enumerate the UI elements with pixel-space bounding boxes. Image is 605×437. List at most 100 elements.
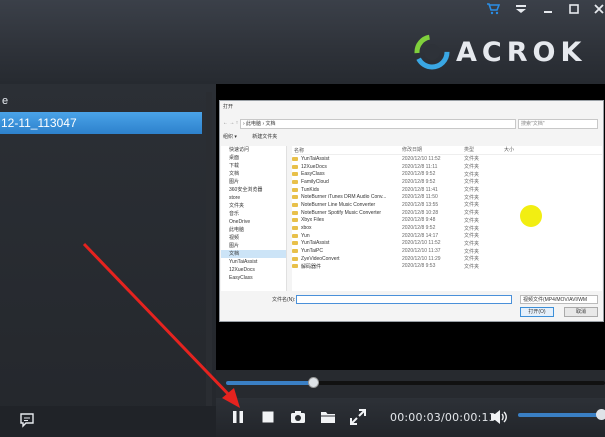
playlist-scrollbar[interactable] bbox=[206, 92, 212, 410]
file-row: TunKids 2020/12/8 11:41 文件夹 bbox=[292, 186, 602, 194]
folder-icon bbox=[292, 264, 298, 269]
folder-icon bbox=[292, 164, 298, 169]
filename-input bbox=[296, 295, 512, 304]
menu-button[interactable] bbox=[510, 1, 532, 17]
folder-icon bbox=[292, 156, 298, 161]
nav-pane-item: OneDrive bbox=[229, 219, 251, 225]
playlist-header: e bbox=[2, 95, 9, 107]
nav-arrows-icon: ← → ↑ bbox=[223, 120, 239, 126]
filetype-select: 视频文件(MP4/MOV/AVI/WM bbox=[520, 295, 598, 304]
file-list-header: 名称 修改日期 类型 大小 bbox=[292, 146, 602, 155]
nav-pane-item: 此电脑 bbox=[229, 227, 245, 233]
stop-button[interactable] bbox=[259, 408, 277, 426]
volume-handle[interactable] bbox=[596, 409, 605, 420]
file-row: ZyeVideoConvert 2020/12/10 11:29 文件夹 bbox=[292, 255, 602, 263]
file-row: FamilyCloud 2020/12/8 9:52 文件夹 bbox=[292, 178, 602, 186]
new-folder-button: 新建文件夹 bbox=[252, 134, 278, 140]
playlist-item-selected[interactable]: 12-11_113047 bbox=[0, 112, 202, 134]
nav-pane-item: 360安全浏览器 bbox=[229, 187, 263, 193]
file-row: NoteBurner Line Music Converter 2020/12/8… bbox=[292, 201, 602, 209]
dialog-nav-pane: 快速访问 桌面 下载 文档 图片 360安全浏览器 store 文件夹 音乐 OneDrive 此电… bbox=[221, 146, 287, 291]
file-row: Xbyx Files 2020/12/8 9:48 文件夹 bbox=[292, 217, 602, 225]
recorded-open-dialog: 打开 ← → ↑ › 此电脑 › 文档 搜索"文档" 组织 ▾ 新建文件夹 快速… bbox=[219, 100, 604, 322]
dialog-bottom: 文件名(N): 视频文件(MP4/MOV/AVI/WM 打开(O) 取消 bbox=[220, 293, 605, 323]
nav-pane-item: YunTaiAssist bbox=[229, 259, 258, 265]
file-row: Yun 2020/12/8 14:17 文件夹 bbox=[292, 232, 602, 240]
time-display: 00:00:03/00:00:13 bbox=[390, 411, 496, 424]
file-row: xbox 2020/12/8 9:52 文件夹 bbox=[292, 224, 602, 232]
feedback-button[interactable] bbox=[18, 411, 36, 429]
folder-icon bbox=[292, 195, 298, 200]
folder-icon bbox=[292, 179, 298, 184]
folder-icon bbox=[321, 412, 335, 423]
file-row: YunTaiAssist 2020/12/10 11:52 文件夹 bbox=[292, 155, 602, 163]
cursor-highlight bbox=[520, 205, 542, 227]
nav-pane-item: 视频 bbox=[229, 235, 240, 241]
folder-icon bbox=[292, 187, 298, 192]
cart-button[interactable] bbox=[482, 1, 504, 17]
fullscreen-button[interactable] bbox=[349, 408, 367, 426]
folder-icon bbox=[292, 218, 298, 223]
nav-pane-item: EasyClass bbox=[229, 275, 253, 281]
file-row: YunTaiPC 2020/12/10 11:37 文件夹 bbox=[292, 247, 602, 255]
nav-pane-item: 图片 bbox=[229, 243, 240, 249]
snapshot-button[interactable] bbox=[289, 408, 307, 426]
fullscreen-icon bbox=[350, 409, 366, 425]
mute-button[interactable] bbox=[490, 408, 508, 426]
nav-pane-item: 图片 bbox=[229, 179, 240, 185]
folder-icon bbox=[292, 172, 298, 177]
app-logo: ACROK bbox=[414, 34, 586, 70]
pause-icon bbox=[233, 411, 243, 423]
nav-pane-item: store bbox=[229, 195, 241, 201]
file-row: EasyClass 2020/12/8 9:52 文件夹 bbox=[292, 170, 602, 178]
nav-pane-item: 音乐 bbox=[229, 211, 240, 217]
seek-bar-fill bbox=[226, 381, 314, 385]
logo-swirl-icon bbox=[414, 34, 450, 70]
dialog-toolbar: 组织 ▾ 新建文件夹 bbox=[223, 133, 600, 143]
file-row: 12XueDocs 2020/12/8 11:11 文件夹 bbox=[292, 163, 602, 171]
dialog-title: 打开 bbox=[223, 104, 234, 110]
nav-pane-item: 12XueDocs bbox=[229, 267, 255, 273]
menu-icon bbox=[516, 5, 526, 13]
camera-icon bbox=[291, 411, 305, 423]
open-file-button[interactable] bbox=[319, 408, 337, 426]
cancel-button: 取消 bbox=[564, 307, 598, 317]
playlist-panel bbox=[0, 84, 216, 437]
organize-menu: 组织 ▾ bbox=[223, 134, 237, 140]
nav-pane-item: 下载 bbox=[229, 163, 240, 169]
folder-icon bbox=[292, 256, 298, 261]
filename-label: 文件名(N): bbox=[272, 297, 296, 303]
stop-icon bbox=[262, 411, 274, 423]
volume-icon bbox=[491, 410, 507, 424]
search-box: 搜索"文档" bbox=[518, 119, 598, 129]
file-rows: YunTaiAssist 2020/12/10 11:52 文件夹 12XueDocs… bbox=[292, 155, 602, 270]
folder-icon bbox=[292, 202, 298, 207]
chat-icon bbox=[20, 413, 34, 428]
nav-pane-item: 文件夹 bbox=[229, 203, 245, 209]
open-button: 打开(O) bbox=[520, 307, 554, 317]
close-icon bbox=[594, 4, 604, 14]
folder-icon bbox=[292, 233, 298, 238]
logo-text: ACROK bbox=[456, 36, 587, 68]
maximize-button[interactable] bbox=[563, 1, 585, 17]
close-button[interactable] bbox=[588, 1, 605, 17]
folder-icon bbox=[292, 226, 298, 231]
folder-icon bbox=[292, 249, 298, 254]
file-row: NoteBurner iTunes DRM Audio Conv... 2020/… bbox=[292, 193, 602, 201]
nav-pane-item: 文档 bbox=[221, 250, 286, 258]
folder-icon bbox=[292, 210, 298, 215]
pause-button[interactable] bbox=[229, 408, 247, 426]
minimize-button[interactable] bbox=[537, 1, 559, 17]
dialog-file-list: 名称 修改日期 类型 大小 YunTaiAssist 2020/12/10 11:… bbox=[292, 146, 602, 291]
nav-pane-item: 快速访问 bbox=[229, 147, 250, 153]
volume-slider[interactable] bbox=[518, 413, 605, 417]
nav-pane-item: 文档 bbox=[229, 171, 240, 177]
folder-icon bbox=[292, 241, 298, 246]
address-bar: › 此电脑 › 文档 bbox=[240, 119, 516, 129]
maximize-icon bbox=[569, 4, 579, 14]
minimize-icon bbox=[544, 11, 552, 13]
file-row: NoteBurner Spotify Music Converter 2020/1… bbox=[292, 209, 602, 217]
nav-pane-item: 桌面 bbox=[229, 155, 240, 161]
file-row: 解码器件 2020/12/8 9:53 文件夹 bbox=[292, 263, 602, 271]
file-row: YunTaiAssist 2020/12/10 11:52 文件夹 bbox=[292, 240, 602, 248]
